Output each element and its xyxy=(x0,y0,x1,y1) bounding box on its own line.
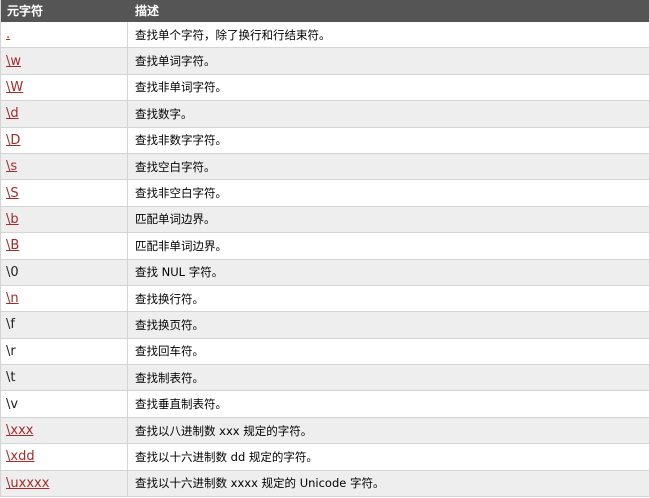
metachar-text: \r xyxy=(6,343,16,359)
description-cell: 查找数字。 xyxy=(135,106,193,121)
metachar-link[interactable]: . xyxy=(6,27,10,42)
metachar-cell: \xxx xyxy=(1,417,128,444)
metachar-cell: \t xyxy=(1,365,128,391)
metachar-cell: \S xyxy=(1,180,128,206)
metachar-link[interactable]: \B xyxy=(6,238,19,253)
table-row: \D 查找非数字字符。 xyxy=(1,127,649,154)
metachar-cell: \0 xyxy=(1,259,128,285)
metachar-text: \f xyxy=(6,317,15,333)
table-row: . 查找单个字符，除了换行和行结束符。 xyxy=(1,22,649,49)
table-row: \v 查找垂直制表符。 xyxy=(1,391,649,418)
table-header: 元字符 描述 xyxy=(1,0,649,22)
table-row: \t 查找制表符。 xyxy=(1,365,649,392)
metachar-cell: \b xyxy=(1,206,128,233)
metachar-text: \v xyxy=(6,396,19,412)
description-cell: 查找回车符。 xyxy=(135,344,204,359)
description-cell: 查找制表符。 xyxy=(135,370,204,385)
metachar-cell: \xdd xyxy=(1,444,128,470)
description-cell: 查找单词字符。 xyxy=(135,54,216,69)
metachar-cell: \v xyxy=(1,391,128,417)
metachar-cell: \n xyxy=(1,285,128,312)
description-cell: 查找换页符。 xyxy=(135,317,204,332)
description-cell: 查找非单词字符。 xyxy=(135,80,227,95)
header-metachar: 元字符 xyxy=(7,4,44,18)
table-row: \s 查找空白字符。 xyxy=(1,153,649,181)
header-description: 描述 xyxy=(135,4,160,18)
description-cell: 查找以十六进制数 dd 规定的字符。 xyxy=(135,449,318,464)
metachar-link[interactable]: \xdd xyxy=(6,449,35,464)
metachar-text: \t xyxy=(6,370,16,386)
metachar-link[interactable]: \s xyxy=(6,159,17,174)
metachar-cell: \f xyxy=(1,312,128,338)
table-row: \n 查找换行符。 xyxy=(1,285,649,313)
description-cell: 查找换行符。 xyxy=(135,291,204,306)
description-cell: 匹配单词边界。 xyxy=(135,212,216,227)
metachar-cell: \s xyxy=(1,153,128,180)
metachar-table: 元字符 描述 . 查找单个字符，除了换行和行结束符。 \w 查找单词字符。 \W 查找非单… xyxy=(0,0,650,498)
table-row: \d 查找数字。 xyxy=(1,101,649,128)
metachar-cell: \r xyxy=(1,338,128,365)
metachar-link[interactable]: \w xyxy=(6,54,21,69)
table-row: \0 查找 NUL 字符。 xyxy=(1,259,649,286)
metachar-link[interactable]: \n xyxy=(6,291,19,306)
table-row: \S 查找非空白字符。 xyxy=(1,180,649,207)
metachar-cell: \w xyxy=(1,48,128,74)
metachar-text: \0 xyxy=(6,264,19,280)
table-row: \B 匹配非单词边界。 xyxy=(1,233,649,260)
description-cell: 查找单个字符，除了换行和行结束符。 xyxy=(135,27,331,42)
metachar-cell: \W xyxy=(1,74,128,101)
description-cell: 查找垂直制表符。 xyxy=(135,397,227,412)
metachar-cell: \D xyxy=(1,127,128,153)
description-cell: 查找非空白字符。 xyxy=(135,186,227,201)
table-row: \w 查找单词字符。 xyxy=(1,48,649,75)
description-cell: 查找以十六进制数 xxxx 规定的 Unicode 字符。 xyxy=(135,476,385,491)
metachar-cell: \B xyxy=(1,233,128,259)
metachar-cell: . xyxy=(1,22,128,48)
table-row: \b 匹配单词边界。 xyxy=(1,206,649,234)
description-cell: 匹配非单词边界。 xyxy=(135,238,227,253)
table-body: . 查找单个字符，除了换行和行结束符。 \w 查找单词字符。 \W 查找非单词字符。 \d 查… xyxy=(1,22,649,498)
table-row: \xxx 查找以八进制数 xxx 规定的字符。 xyxy=(1,417,649,445)
metachar-link[interactable]: \d xyxy=(6,106,19,121)
metachar-link[interactable]: \xxx xyxy=(6,423,33,438)
metachar-link[interactable]: \S xyxy=(6,186,19,201)
table-row: \f 查找换页符。 xyxy=(1,312,649,339)
metachar-cell: \uxxxx xyxy=(1,470,128,497)
table-row: \r 查找回车符。 xyxy=(1,338,649,366)
description-cell: 查找以八进制数 xxx 规定的字符。 xyxy=(135,423,313,438)
metachar-link[interactable]: \W xyxy=(6,80,23,95)
metachar-cell: \d xyxy=(1,101,128,127)
table-row: \xdd 查找以十六进制数 dd 规定的字符。 xyxy=(1,444,649,471)
description-cell: 查找空白字符。 xyxy=(135,159,216,174)
metachar-link[interactable]: \uxxxx xyxy=(6,476,49,491)
table-row: \uxxxx 查找以十六进制数 xxxx 规定的 Unicode 字符。 xyxy=(1,470,649,498)
metachar-link[interactable]: \D xyxy=(6,133,20,148)
metachar-link[interactable]: \b xyxy=(6,212,19,227)
table-row: \W 查找非单词字符。 xyxy=(1,74,649,102)
description-cell: 查找 NUL 字符。 xyxy=(135,265,224,280)
description-cell: 查找非数字字符。 xyxy=(135,133,227,148)
